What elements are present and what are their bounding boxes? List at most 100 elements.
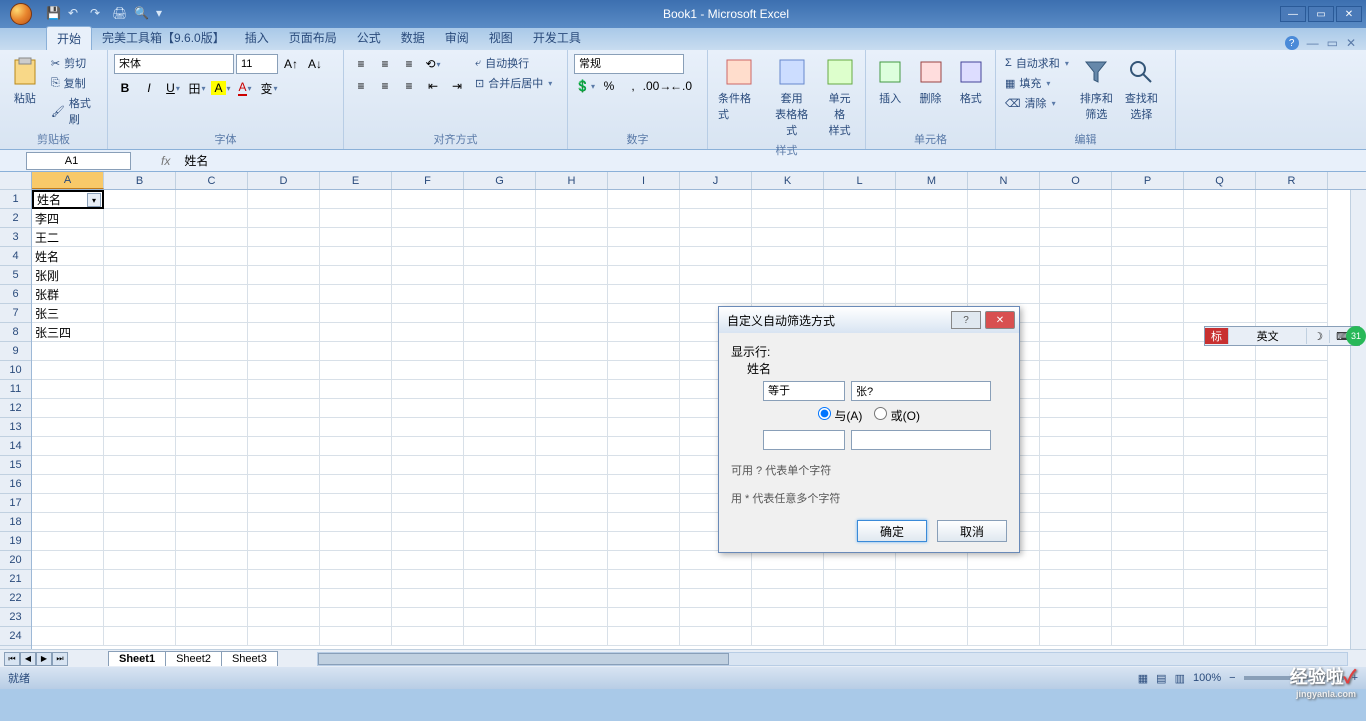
- row-header[interactable]: 18: [0, 513, 31, 532]
- cell[interactable]: [1112, 304, 1184, 323]
- cell[interactable]: [104, 570, 176, 589]
- cell[interactable]: [104, 361, 176, 380]
- cell[interactable]: [320, 627, 392, 646]
- cell[interactable]: [464, 190, 536, 209]
- cell[interactable]: [608, 266, 680, 285]
- cell[interactable]: [1112, 228, 1184, 247]
- column-header[interactable]: H: [536, 172, 608, 189]
- cell[interactable]: [1184, 418, 1256, 437]
- cell[interactable]: [32, 380, 104, 399]
- cell[interactable]: [248, 342, 320, 361]
- cell[interactable]: [968, 247, 1040, 266]
- cell[interactable]: [176, 209, 248, 228]
- cell[interactable]: [1112, 266, 1184, 285]
- cell[interactable]: [1112, 532, 1184, 551]
- cell[interactable]: [536, 209, 608, 228]
- underline-button[interactable]: U▾: [162, 78, 184, 98]
- cell[interactable]: [320, 399, 392, 418]
- cell[interactable]: [104, 304, 176, 323]
- row-header[interactable]: 15: [0, 456, 31, 475]
- cell[interactable]: [320, 361, 392, 380]
- cell[interactable]: [104, 456, 176, 475]
- cell[interactable]: [1256, 247, 1328, 266]
- filter-operator-2[interactable]: [763, 430, 845, 450]
- column-header[interactable]: E: [320, 172, 392, 189]
- cell[interactable]: [392, 513, 464, 532]
- cell[interactable]: [464, 418, 536, 437]
- cell[interactable]: [824, 608, 896, 627]
- cell[interactable]: [608, 589, 680, 608]
- filter-value-1[interactable]: [851, 381, 991, 401]
- cell[interactable]: 张三: [32, 304, 104, 323]
- cell[interactable]: [104, 475, 176, 494]
- cell[interactable]: [608, 399, 680, 418]
- column-header[interactable]: O: [1040, 172, 1112, 189]
- radio-or[interactable]: 或(O): [874, 407, 920, 424]
- cell[interactable]: [968, 209, 1040, 228]
- cell[interactable]: [752, 266, 824, 285]
- cell[interactable]: [248, 589, 320, 608]
- cell[interactable]: [608, 532, 680, 551]
- cell[interactable]: [32, 475, 104, 494]
- sheet-nav-first[interactable]: ⏮: [4, 652, 20, 666]
- cell[interactable]: [464, 532, 536, 551]
- cell[interactable]: [536, 532, 608, 551]
- zoom-level[interactable]: 100%: [1193, 672, 1221, 684]
- cell[interactable]: [104, 399, 176, 418]
- cell[interactable]: [464, 475, 536, 494]
- cell[interactable]: [1112, 589, 1184, 608]
- cell[interactable]: [1112, 551, 1184, 570]
- cell[interactable]: [176, 475, 248, 494]
- cell[interactable]: [536, 399, 608, 418]
- cell[interactable]: [104, 228, 176, 247]
- cell[interactable]: [1112, 342, 1184, 361]
- cell[interactable]: [824, 190, 896, 209]
- cell[interactable]: [536, 608, 608, 627]
- cell[interactable]: [32, 418, 104, 437]
- row-header[interactable]: 5: [0, 266, 31, 285]
- cell[interactable]: [752, 608, 824, 627]
- cell[interactable]: [320, 551, 392, 570]
- cell[interactable]: [320, 589, 392, 608]
- row-header[interactable]: 8: [0, 323, 31, 342]
- row-header[interactable]: 22: [0, 589, 31, 608]
- ribbon-tab[interactable]: 审阅: [435, 26, 479, 50]
- phonetic-button[interactable]: 变▾: [258, 78, 280, 98]
- cell[interactable]: [464, 228, 536, 247]
- row-header[interactable]: 14: [0, 437, 31, 456]
- cell[interactable]: [896, 228, 968, 247]
- cell[interactable]: [608, 323, 680, 342]
- cell[interactable]: [392, 437, 464, 456]
- cell[interactable]: [1256, 532, 1328, 551]
- cell[interactable]: [464, 494, 536, 513]
- cell[interactable]: [536, 304, 608, 323]
- align-bottom-icon[interactable]: ≡: [398, 54, 420, 74]
- cell[interactable]: [1256, 399, 1328, 418]
- cell[interactable]: [1184, 627, 1256, 646]
- cell[interactable]: [248, 456, 320, 475]
- cell[interactable]: [968, 190, 1040, 209]
- cell[interactable]: [176, 323, 248, 342]
- cell[interactable]: [1256, 551, 1328, 570]
- cell[interactable]: [464, 513, 536, 532]
- cell[interactable]: [32, 627, 104, 646]
- cell[interactable]: [680, 228, 752, 247]
- cell[interactable]: [320, 532, 392, 551]
- cell[interactable]: [536, 342, 608, 361]
- border-button[interactable]: 田▾: [186, 78, 208, 98]
- cell[interactable]: [968, 627, 1040, 646]
- column-header[interactable]: L: [824, 172, 896, 189]
- sheet-nav-last[interactable]: ⏭: [52, 652, 68, 666]
- row-header[interactable]: 2: [0, 209, 31, 228]
- cell[interactable]: [680, 285, 752, 304]
- row-header[interactable]: 24: [0, 627, 31, 646]
- cell[interactable]: [248, 380, 320, 399]
- cell[interactable]: [176, 361, 248, 380]
- row-header[interactable]: 4: [0, 247, 31, 266]
- cell[interactable]: [248, 570, 320, 589]
- cell[interactable]: [824, 627, 896, 646]
- cell[interactable]: [1184, 304, 1256, 323]
- formula-input[interactable]: [180, 152, 1366, 170]
- vertical-scrollbar[interactable]: [1350, 190, 1366, 649]
- filter-operator-1[interactable]: 等于等于: [763, 381, 845, 401]
